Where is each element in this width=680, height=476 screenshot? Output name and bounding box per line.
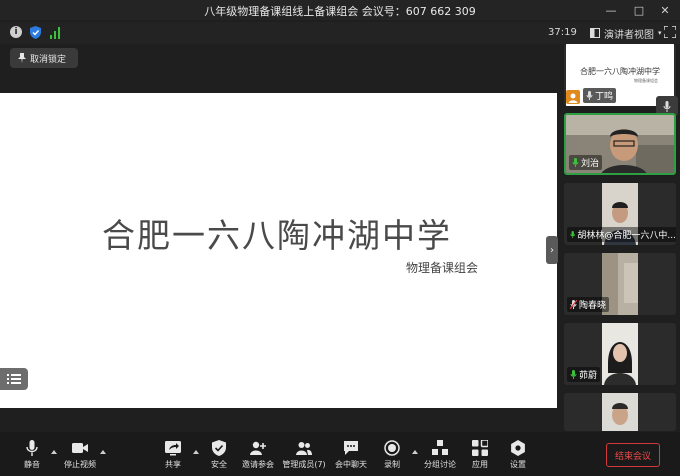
shared-screen[interactable]: 合肥一六八陶冲湖中学 物理备课组会 [0, 93, 557, 408]
end-meeting-button[interactable]: 结束会议 [606, 443, 660, 467]
record-button[interactable]: 录制 [381, 440, 403, 472]
microphone-icon [663, 100, 671, 112]
add-user-icon [250, 441, 266, 455]
participant-name: 陶春晓 [567, 297, 610, 312]
invite-button[interactable]: 邀请参会 [240, 440, 276, 472]
stop-video-label: 停止视频 [64, 460, 96, 469]
chevron-up-icon[interactable] [412, 450, 418, 454]
chevron-up-icon[interactable] [193, 450, 199, 454]
participant-name: 刘治 [569, 155, 603, 170]
slide-title: 合肥一六八陶冲湖中学 [102, 216, 452, 255]
host-badge [566, 90, 580, 104]
close-icon[interactable]: ✕ [654, 2, 676, 18]
window-title: 八年级物理备课组线上备课组会 会议号：607 662 309 [204, 5, 476, 18]
speaker-view-label: 演讲者视图 [604, 29, 654, 41]
participant-name: 胡林林@合肥一六八中... [567, 227, 676, 242]
apps-icon [472, 440, 488, 456]
slide-subtitle: 物理备课组会 [406, 261, 479, 275]
pin-icon [18, 53, 26, 63]
apps-label: 应用 [472, 460, 488, 469]
list-icon [7, 374, 21, 384]
participants-label: 管理成员(7) [282, 460, 326, 469]
meeting-timer: 37:19 [548, 27, 577, 38]
breakout-rooms-icon [432, 440, 448, 455]
participant-video [602, 393, 638, 431]
speaker-view-button[interactable]: 演讲者视图 ▾ [590, 25, 662, 41]
microphone-icon [570, 231, 576, 238]
security-button[interactable]: 安全 [208, 440, 230, 472]
apps-button[interactable]: 应用 [469, 440, 491, 472]
shield-icon [212, 440, 226, 456]
participant-tile-5[interactable] [564, 393, 676, 431]
share-screen-icon [165, 441, 181, 456]
thumb-slide-title: 合肥一六八陶冲湖中学 [580, 67, 660, 76]
invite-label: 邀请参会 [242, 460, 274, 469]
participant-name: 丁鸣 [583, 88, 617, 103]
chevron-right-icon: › [550, 244, 554, 256]
thumb-slide-subtitle: 物理备课组会 [634, 78, 658, 83]
microphone-icon [570, 370, 577, 379]
shield-icon[interactable] [30, 26, 41, 39]
microphone-icon [26, 440, 38, 456]
settings-label: 设置 [510, 460, 526, 469]
gear-icon [511, 440, 525, 456]
microphone-icon [586, 91, 593, 100]
maximize-icon[interactable]: □ [628, 2, 650, 18]
signal-icon[interactable] [50, 26, 60, 39]
info-icon[interactable]: i [10, 26, 22, 38]
microphone-muted-icon [570, 300, 577, 309]
chat-button[interactable]: 会中聊天 [334, 440, 368, 472]
chevron-down-icon: ▾ [658, 29, 662, 37]
participant-tile-1[interactable]: 刘治 [564, 113, 676, 175]
participant-tile-3[interactable]: 陶春晓 [564, 253, 676, 315]
fullscreen-icon[interactable] [664, 26, 676, 38]
person-icon [568, 93, 578, 103]
chevron-up-icon[interactable] [100, 450, 106, 454]
stop-video-button[interactable]: 停止视频 [62, 440, 98, 472]
security-label: 安全 [211, 460, 227, 469]
participants-icon [296, 442, 312, 455]
list-toggle-button[interactable] [0, 368, 28, 390]
participant-tile-2[interactable]: 胡林林@合肥一六八中... [564, 183, 676, 245]
share-button[interactable]: 共享 [162, 440, 184, 472]
collapse-panel-button[interactable]: › [546, 236, 558, 264]
participants-button[interactable]: 管理成员(7) [282, 440, 326, 472]
video-camera-icon [72, 443, 88, 453]
participant-name: 茆蔚 [567, 367, 601, 382]
record-label: 录制 [384, 460, 400, 469]
participant-tile-4[interactable]: 茆蔚 [564, 323, 676, 385]
unlock-label: 取消锁定 [30, 54, 67, 65]
minimize-icon[interactable]: — [600, 2, 622, 18]
breakout-rooms-button[interactable]: 分组讨论 [422, 440, 458, 472]
unlock-button[interactable]: 取消锁定 [10, 48, 78, 68]
microphone-icon [572, 158, 579, 167]
chevron-up-icon[interactable] [51, 450, 57, 454]
breakout-rooms-label: 分组讨论 [424, 460, 456, 469]
chat-icon [344, 441, 358, 455]
chat-label: 会中聊天 [335, 460, 367, 469]
participant-video [602, 323, 638, 385]
mute-button[interactable]: 静音 [20, 440, 44, 472]
share-label: 共享 [165, 460, 181, 469]
mute-label: 静音 [24, 460, 40, 469]
info-bar: i 37:19 演讲者视图 ▾ [0, 22, 680, 44]
title-bar: 八年级物理备课组线上备课组会 会议号：607 662 309 — □ ✕ [0, 0, 680, 20]
record-icon [384, 440, 400, 456]
grid-icon [590, 28, 600, 38]
settings-button[interactable]: 设置 [507, 440, 529, 472]
